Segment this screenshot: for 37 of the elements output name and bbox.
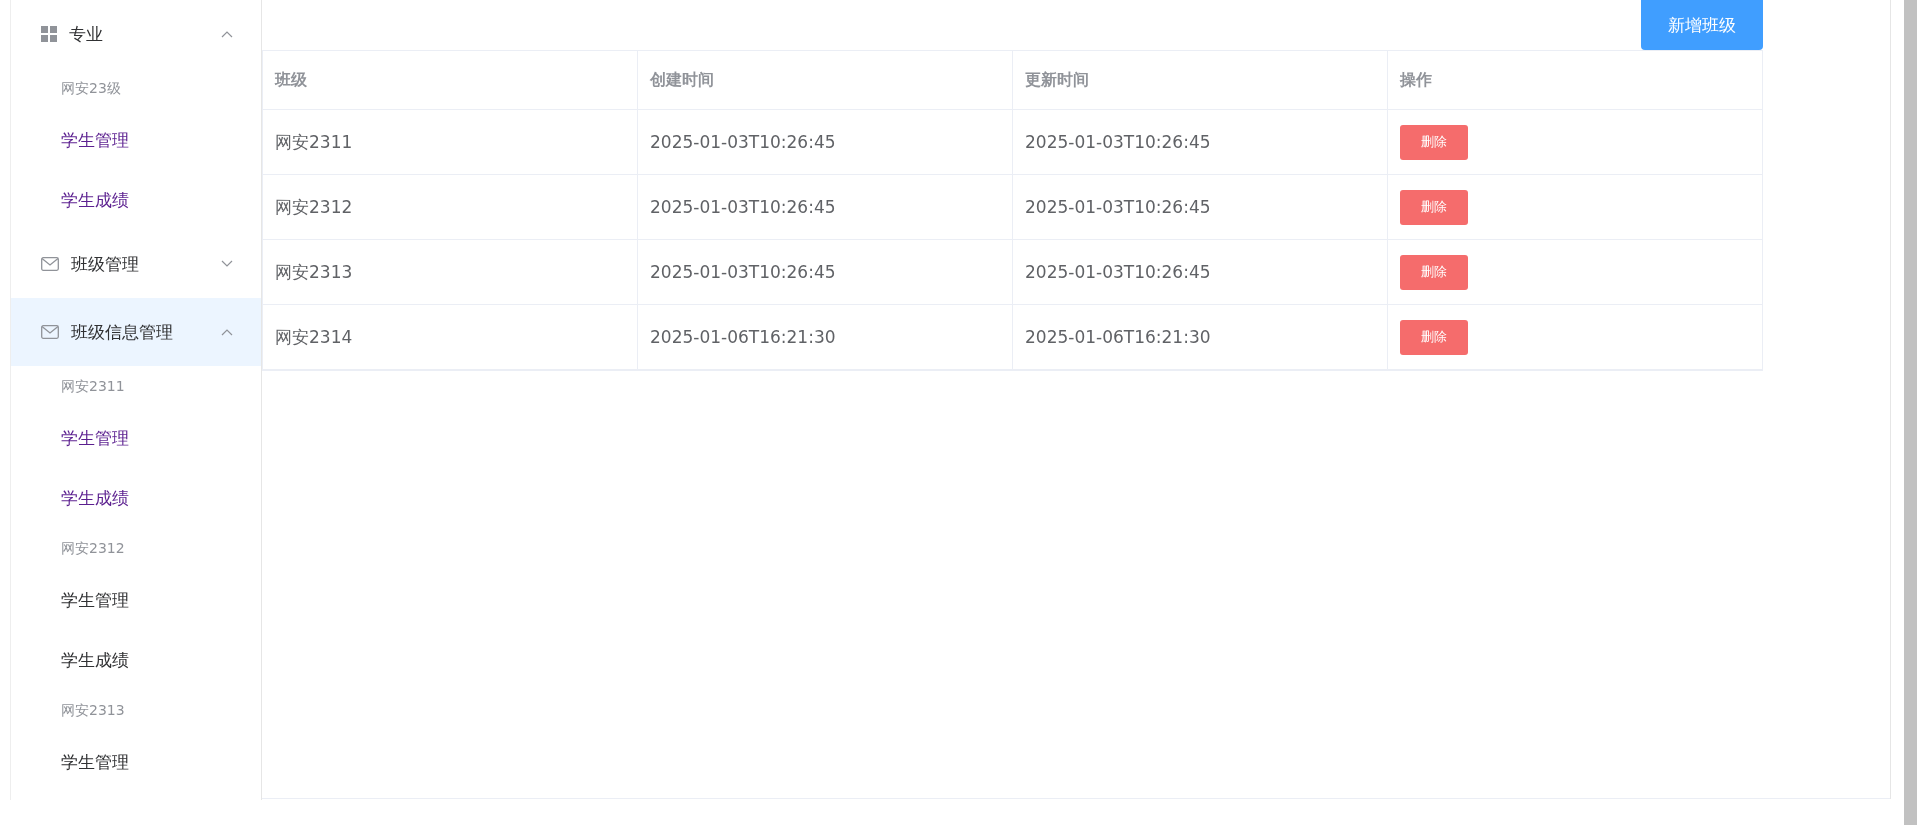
table-cell: 2025-01-03T10:26:45 [1012, 240, 1387, 305]
mail-icon [41, 257, 59, 271]
table-cell: 2025-01-06T16:21:30 [637, 305, 1012, 370]
menu-item[interactable]: 学生成绩 [11, 468, 261, 528]
table-cell: 2025-01-03T10:26:45 [637, 175, 1012, 240]
submenu-title[interactable]: 专业 [11, 0, 261, 68]
group-title: 网安2311 [60, 377, 126, 396]
menu-item[interactable]: 学生成绩 [11, 630, 261, 690]
table-cell: 网安2311 [262, 110, 637, 175]
table-cell: 2025-01-03T10:26:45 [637, 240, 1012, 305]
table-cell: 2025-01-03T10:26:45 [637, 110, 1012, 175]
chevron-down-icon [221, 260, 233, 268]
group-title: 网安23级 [60, 79, 122, 98]
mail-icon [41, 325, 59, 339]
table-cell: 2025-01-06T16:21:30 [1012, 305, 1387, 370]
menu-item[interactable]: 学生管理 [11, 110, 261, 170]
table-cell: 网安2313 [262, 240, 637, 305]
table-cell: 2025-01-03T10:26:45 [1012, 175, 1387, 240]
group-title: 网安2312 [60, 539, 126, 558]
group-title: 网安2313 [60, 701, 126, 720]
column-header: 创建时间 [637, 51, 1012, 110]
chevron-up-icon [221, 30, 233, 38]
grid-icon [41, 26, 57, 42]
menu-item[interactable]: 学生管理 [11, 732, 261, 792]
column-header: 更新时间 [1012, 51, 1387, 110]
scrollbar[interactable] [1904, 0, 1917, 825]
table-cell: 网安2312 [262, 175, 637, 240]
submenu-title[interactable]: 班级信息管理 [11, 298, 261, 366]
table-cell: 网安2314 [262, 305, 637, 370]
menu-item[interactable]: 学生管理 [11, 570, 261, 630]
table-cell: 2025-01-03T10:26:45 [1012, 110, 1387, 175]
menu-item[interactable]: 学生成绩 [11, 170, 261, 230]
menu-item[interactable]: 学生管理 [11, 408, 261, 468]
submenu-title[interactable]: 班级管理 [11, 230, 261, 298]
column-header: 班级 [262, 51, 637, 110]
column-header: 操作 [1387, 51, 1762, 110]
chevron-up-icon [221, 328, 233, 336]
